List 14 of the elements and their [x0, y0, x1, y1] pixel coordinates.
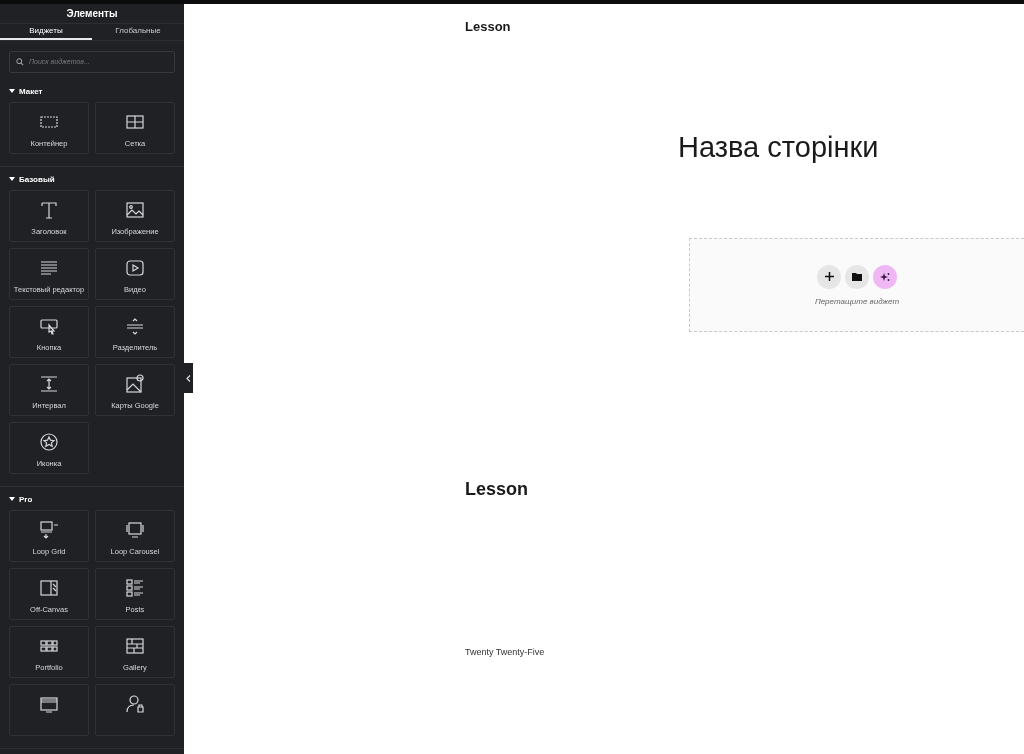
drop-hint: Перетащите виджет — [814, 296, 900, 306]
site-title[interactable]: Lesson — [465, 19, 511, 34]
section-title: Базовый — [19, 174, 55, 184]
footer-note: Twenty Twenty-Five — [465, 647, 545, 657]
section-title: Pro — [19, 494, 33, 504]
panel-title: Элементы — [0, 4, 184, 25]
panel-tab[interactable]: Виджеты — [0, 24, 92, 40]
section-header[interactable]: Pro — [0, 492, 184, 506]
section-header[interactable]: Макет — [0, 84, 184, 99]
section-title: Макет — [19, 86, 43, 96]
footer-site-title[interactable]: Lesson — [465, 479, 529, 500]
page-title: Назва сторінки — [678, 131, 879, 164]
section-header[interactable]: Базовый — [0, 172, 184, 187]
panel-tab[interactable]: Глобальные — [92, 24, 184, 40]
